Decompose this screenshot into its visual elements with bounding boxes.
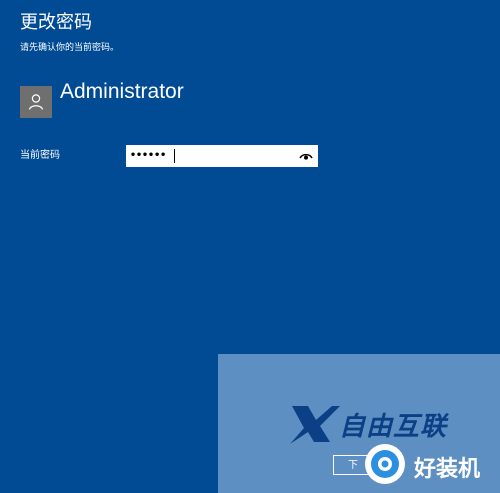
current-password-input[interactable] xyxy=(130,145,290,167)
current-password-label: 当前密码 xyxy=(20,150,60,161)
avatar xyxy=(20,86,52,118)
page-subtitle: 请先确认你的当前密码。 xyxy=(20,43,120,53)
text-caret xyxy=(174,149,175,163)
account-username: Administrator xyxy=(60,80,184,103)
watermark-brand-text: 自由互联 xyxy=(339,412,448,442)
eye-icon xyxy=(299,153,313,160)
watermark-badge-inner xyxy=(371,450,399,478)
page-title: 更改密码 xyxy=(20,12,92,33)
watermark-badge-text: 好装机 xyxy=(414,457,481,482)
person-icon xyxy=(28,94,44,110)
brand-x-logo-icon xyxy=(290,406,340,444)
badge-logo-icon xyxy=(378,457,392,471)
reveal-password-button[interactable] xyxy=(298,148,314,164)
watermark-brand: 自由互联 xyxy=(286,402,486,446)
current-password-field[interactable] xyxy=(126,145,318,167)
